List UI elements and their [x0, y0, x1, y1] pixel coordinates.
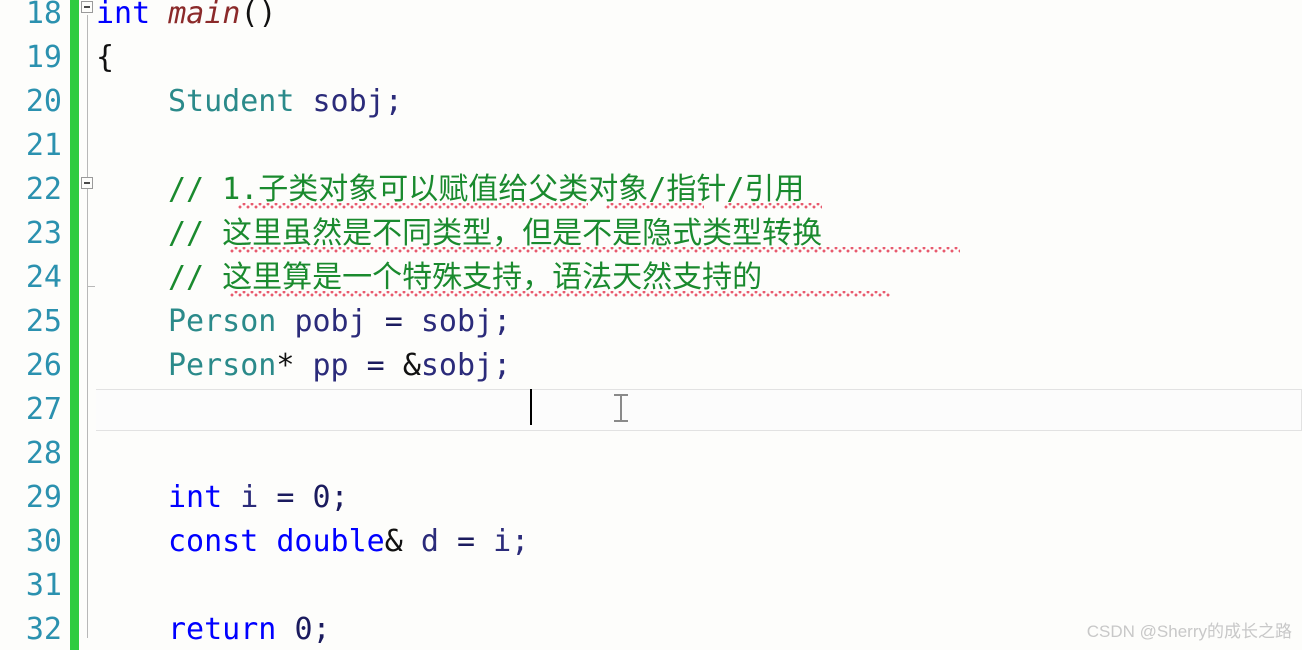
token-num: 0; [312, 480, 349, 515]
code-text[interactable]: { [96, 36, 114, 80]
code-text[interactable]: int main() [96, 0, 277, 36]
current-line-highlight [93, 389, 1302, 431]
token-var: pobj [294, 304, 367, 339]
mouse-ibeam-cursor [614, 394, 628, 422]
token-var: ; [384, 84, 403, 119]
line-number: 30 [25, 524, 62, 559]
code-text[interactable]: Student sobj; [168, 80, 403, 124]
token-type: Student [168, 84, 295, 119]
token-var: pp [312, 348, 349, 383]
line-number: 28 [25, 436, 62, 471]
token-fn: main [168, 0, 241, 31]
text-caret [530, 389, 532, 425]
token-op: = [258, 480, 313, 515]
code-text[interactable]: Person* pp = &sobj; [168, 344, 511, 388]
token-kw: int [96, 0, 151, 31]
line-number: 27 [25, 392, 62, 427]
fold-guide-line [87, 15, 88, 638]
token-op [294, 84, 312, 119]
token-punct: { [96, 40, 115, 75]
line-number: 22 [25, 172, 62, 207]
line-number: 20 [25, 84, 62, 119]
token-var: i; [493, 524, 530, 559]
line-number: 19 [25, 40, 62, 75]
line-number: 23 [25, 216, 62, 251]
token-op [222, 480, 240, 515]
token-var: sobj; [420, 348, 512, 383]
token-kw: int [168, 480, 223, 515]
token-punct: * [276, 348, 295, 383]
token-num: 0; [294, 612, 331, 647]
token-var: i [240, 480, 259, 515]
code-text[interactable]: return 0; [168, 608, 331, 650]
token-op [403, 524, 421, 559]
token-punct: & [384, 524, 403, 559]
token-type: Person [168, 348, 277, 383]
token-punct: & [402, 348, 421, 383]
code-text[interactable]: Person pobj = sobj; [168, 300, 511, 344]
token-op [276, 304, 294, 339]
token-op [150, 0, 168, 31]
token-cmt: // 这里算是一个特殊支持，语法天然支持的 [168, 260, 763, 295]
spellcheck-squiggle [724, 203, 822, 209]
fold-guide-end-tick [87, 286, 95, 287]
line-number: 32 [25, 612, 62, 647]
line-number: 21 [25, 128, 62, 163]
token-var: sobj [312, 84, 385, 119]
fold-toggle-minus-icon[interactable] [81, 1, 93, 13]
code-text[interactable]: const double& d = i; [168, 520, 529, 564]
line-number: 26 [25, 348, 62, 383]
csdn-watermark: CSDN @Sherry的成长之路 [1086, 622, 1292, 641]
spellcheck-squiggle [230, 247, 960, 253]
code-text[interactable]: int i = 0; [168, 476, 349, 520]
token-op [294, 348, 312, 383]
token-cmt: // 1.子类对象可以赋值给父类对象/指针/引用 [168, 172, 805, 207]
token-kw: double [276, 524, 385, 559]
spellcheck-squiggle [230, 291, 890, 297]
token-var: sobj; [420, 304, 512, 339]
fold-toggle-minus-icon[interactable] [81, 177, 93, 189]
token-var: d [420, 524, 439, 559]
token-op [276, 612, 294, 647]
line-number: 24 [25, 260, 62, 295]
token-op: = [438, 524, 494, 559]
code-editor[interactable]: 18 int main() 19 {20 Student sobj; 21 22 // 1.子… [0, 0, 1302, 650]
token-punct: () [240, 0, 277, 31]
line-number: 25 [25, 304, 62, 339]
token-kw: const [168, 524, 259, 559]
token-op: = [348, 348, 403, 383]
fold-guide-line [87, 191, 88, 286]
token-op: = [366, 304, 421, 339]
token-type: Person [168, 304, 277, 339]
spellcheck-squiggle [606, 203, 704, 209]
line-number: 29 [25, 480, 62, 515]
token-cmt: // 这里虽然是不同类型，但是不是隐式类型转换 [168, 216, 823, 251]
unsaved-changes-bar [70, 0, 79, 650]
token-op [258, 524, 276, 559]
spellcheck-squiggle [238, 203, 588, 209]
line-number: 18 [25, 0, 62, 31]
line-number: 31 [25, 568, 62, 603]
token-kw: return [168, 612, 277, 647]
